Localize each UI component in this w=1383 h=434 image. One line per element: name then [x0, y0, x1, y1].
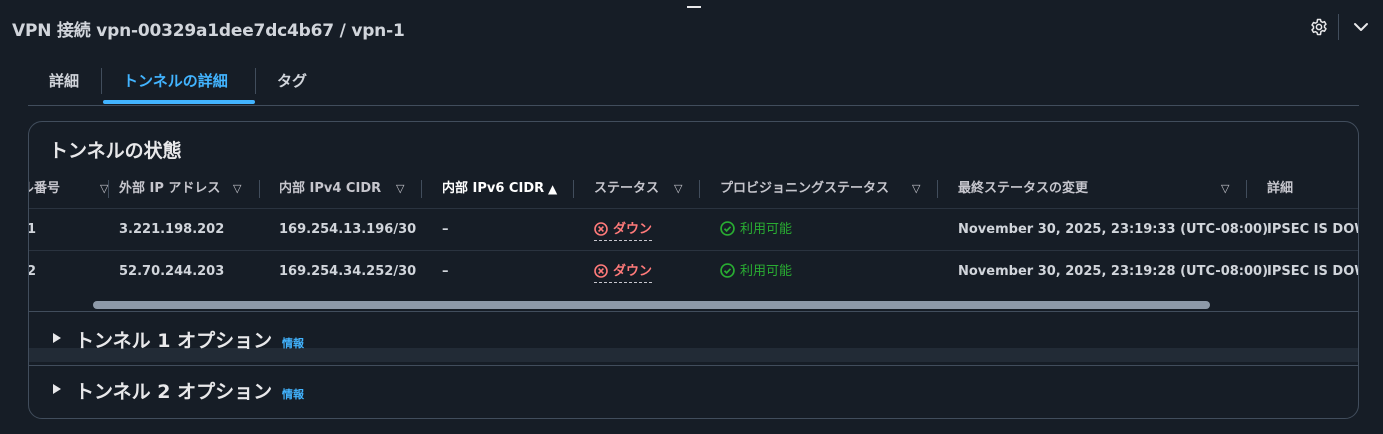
- tab-divider: [101, 68, 102, 94]
- expand-triangle-icon[interactable]: [53, 333, 61, 343]
- cell-outside-ip: 52.70.244.203: [119, 264, 225, 279]
- sort-caret-icon[interactable]: ▽: [396, 174, 404, 204]
- section-divider: [29, 365, 1358, 366]
- info-link[interactable]: 情報: [282, 335, 304, 351]
- provisioning-label: 利用可能: [740, 264, 793, 279]
- page-title: VPN 接続 vpn-00329a1dee7dc4b67 / vpn-1: [12, 20, 405, 41]
- check-circle-icon: [720, 221, 735, 236]
- sort-caret-icon[interactable]: ▽: [912, 174, 920, 204]
- header-divider: [1338, 14, 1339, 40]
- panel-title: トンネルの状態: [49, 140, 182, 162]
- column-divider: [259, 180, 260, 198]
- tab-tunnel-details[interactable]: トンネルの詳細: [123, 64, 228, 104]
- tab-bar: 詳細 トンネルの詳細 タグ: [28, 64, 1359, 106]
- tunnel-1-options-section: トンネル 1 オプション 情報: [29, 314, 1358, 366]
- column-divider: [421, 180, 422, 198]
- active-tab-indicator: [103, 100, 255, 104]
- column-header-inside-ipv6[interactable]: 内部 IPv6 CIDR: [442, 174, 544, 204]
- table-divider: [29, 311, 1358, 312]
- tab-details[interactable]: 詳細: [49, 64, 79, 104]
- column-divider: [573, 180, 574, 198]
- cell-inside-ipv6: –: [442, 222, 449, 237]
- cell-provisioning-status: 利用可能: [720, 251, 792, 293]
- provisioning-label: 利用可能: [740, 222, 793, 237]
- cell-provisioning-status: 利用可能: [720, 209, 792, 251]
- column-header-label: 最終ステータスの変更: [958, 181, 1089, 196]
- error-circle-icon: [594, 221, 608, 236]
- cell-tunnel-number: 1: [29, 209, 36, 251]
- column-header-label: ル番号: [29, 181, 61, 196]
- chevron-down-icon[interactable]: [1353, 19, 1369, 35]
- cell-inside-ipv4: 169.254.13.196/30: [279, 222, 417, 237]
- status-down-link[interactable]: ダウン: [594, 221, 653, 241]
- scrollbar-thumb[interactable]: [93, 301, 1210, 309]
- column-header-provisioning-status[interactable]: プロビジョニングステータス: [720, 174, 889, 204]
- status-down-link[interactable]: ダウン: [594, 263, 653, 283]
- column-header-label: 外部 IP アドレス: [119, 181, 221, 196]
- tunnel-2-options-section: トンネル 2 オプション 情報: [29, 365, 1358, 417]
- sort-caret-icon[interactable]: ▽: [1221, 174, 1229, 204]
- column-header-outside-ip[interactable]: 外部 IP アドレス: [119, 174, 220, 204]
- expand-triangle-icon[interactable]: [53, 384, 61, 394]
- tab-tags[interactable]: タグ: [277, 64, 307, 104]
- column-header-label: 内部 IPv6 CIDR: [442, 181, 545, 196]
- column-header-details[interactable]: 詳細: [1267, 174, 1293, 204]
- table-header: ル番号 ▽ 外部 IP アドレス ▽ 内部 IPv4 CIDR ▽ 内部 IPv…: [29, 174, 1358, 204]
- column-divider: [108, 180, 109, 198]
- error-circle-icon: [594, 263, 608, 278]
- tab-divider: [255, 68, 256, 94]
- gear-icon[interactable]: [1310, 18, 1328, 36]
- column-divider: [1246, 180, 1247, 198]
- column-header-label: 詳細: [1267, 181, 1294, 196]
- sort-caret-icon[interactable]: ▽: [233, 174, 241, 204]
- sort-caret-icon[interactable]: ▽: [674, 174, 682, 204]
- info-link[interactable]: 情報: [282, 386, 304, 402]
- tunnel-state-panel: トンネルの状態 ル番号 ▽ 外部 IP アドレス ▽ 内部 IPv4 CIDR …: [28, 121, 1359, 419]
- column-header-tunnel-number[interactable]: ル番号: [29, 174, 60, 204]
- cell-outside-ip: 3.221.198.202: [119, 222, 225, 237]
- column-header-inside-ipv4[interactable]: 内部 IPv4 CIDR: [279, 174, 381, 204]
- column-divider: [699, 180, 700, 198]
- cell-inside-ipv4: 169.254.34.252/30: [279, 264, 417, 279]
- column-divider: [937, 180, 938, 198]
- cell-details: IPSEC IS DOWN: [1267, 264, 1358, 279]
- column-header-last-status-change[interactable]: 最終ステータスの変更: [958, 174, 1088, 204]
- column-header-label: ステータス: [594, 181, 660, 196]
- check-circle-icon: [720, 263, 735, 278]
- tunnel-table: ル番号 ▽ 外部 IP アドレス ▽ 内部 IPv4 CIDR ▽ 内部 IPv…: [29, 174, 1358, 311]
- cell-last-status-change: November 30, 2025, 23:19:28 (UTC-08:00): [958, 264, 1269, 279]
- header-actions: [1293, 0, 1383, 56]
- cell-last-status-change: November 30, 2025, 23:19:33 (UTC-08:00): [958, 222, 1269, 237]
- page-header: VPN 接続 vpn-00329a1dee7dc4b67 / vpn-1: [12, 16, 405, 41]
- table-row: 2 52.70.244.203 169.254.34.252/30 – ダウン …: [29, 250, 1358, 293]
- drag-handle[interactable]: [687, 6, 701, 8]
- table-row: 1 3.221.198.202 169.254.13.196/30 – ダウン …: [29, 208, 1358, 251]
- status-label: ダウン: [613, 264, 653, 279]
- tunnel-1-options-toggle[interactable]: トンネル 1 オプション: [75, 326, 272, 353]
- status-label: ダウン: [613, 222, 653, 237]
- cell-details: IPSEC IS DOWN: [1267, 222, 1358, 237]
- tunnel-2-options-toggle[interactable]: トンネル 2 オプション: [75, 377, 272, 404]
- column-header-label: 内部 IPv4 CIDR: [279, 181, 382, 196]
- column-header-label: プロビジョニングステータス: [720, 181, 890, 196]
- sort-ascending-icon[interactable]: ▲: [548, 174, 557, 204]
- cell-inside-ipv6: –: [442, 264, 449, 279]
- cell-tunnel-number: 2: [29, 251, 36, 293]
- column-header-status[interactable]: ステータス: [594, 174, 659, 204]
